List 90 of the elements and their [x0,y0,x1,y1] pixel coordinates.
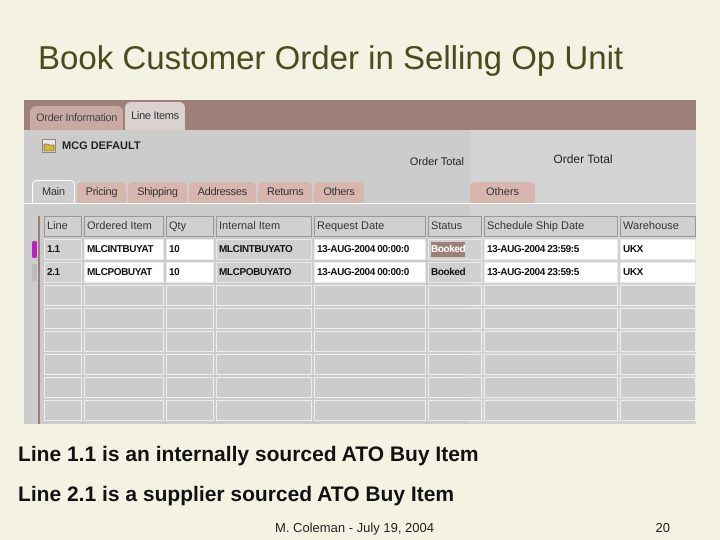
order-name: MCG DEFAULT [62,139,141,154]
table-cell[interactable] [166,377,214,398]
slide-note: Line 2.1 is a supplier sourced ATO Buy Item [18,482,454,508]
table-cell[interactable] [216,377,312,398]
table-cell[interactable] [84,308,164,329]
column-header[interactable]: Schedule Ship Date [484,216,618,237]
table-cell[interactable]: 13-AUG-2004 23:59:5 [484,239,618,260]
table-cell[interactable]: 13-AUG-2004 00:00:0 [314,239,426,260]
table-cell[interactable] [216,308,312,329]
form-tab[interactable]: Line Items [125,102,185,130]
table-cell[interactable]: 10 [166,262,214,283]
table-cell[interactable] [620,354,696,375]
slide-note: Line 1.1 is an internally sourced ATO Buy Item [18,442,479,468]
table-cell[interactable] [314,377,426,398]
table-cell[interactable]: 10 [166,239,214,260]
table-cell[interactable] [216,331,312,352]
table-cell[interactable]: 2.1 [44,262,82,283]
order-total-label: Order Total [410,155,464,170]
tab[interactable]: Shipping [128,182,187,203]
column-header[interactable]: Internal Item [216,216,312,237]
table-cell[interactable] [428,354,482,375]
slide-title: Book Customer Order in Selling Op Unit [38,38,624,78]
table-cell[interactable] [44,400,82,421]
table-cell[interactable] [620,400,696,421]
tab[interactable]: Addresses [188,182,256,203]
folder-icon[interactable] [42,139,56,154]
table-cell[interactable] [166,285,214,306]
table-cell[interactable] [484,285,618,306]
table-cell[interactable] [44,308,82,329]
table-cell[interactable] [314,400,426,421]
table-cell[interactable]: Booked [428,262,482,283]
table-cell[interactable] [620,377,696,398]
table-cell[interactable]: 13-AUG-2004 00:00:0 [314,262,426,283]
table-cell[interactable]: Booked [428,239,482,260]
table-cell[interactable] [484,377,618,398]
table-cell[interactable] [216,285,312,306]
page-number: 20 [656,519,670,538]
table-cell[interactable] [620,285,696,306]
table-cell[interactable] [44,377,82,398]
table-cell[interactable]: UKX [620,262,696,283]
table-cell[interactable] [44,354,82,375]
table-cell[interactable] [428,377,482,398]
column-header[interactable]: Ordered Item [84,216,164,237]
table-cell[interactable]: MLCPOBUYATO [216,262,312,283]
tab[interactable]: Pricing [76,182,126,203]
table-cell[interactable] [314,331,426,352]
table-cell[interactable] [44,331,82,352]
table-cell[interactable]: MLCINTBUYATO [216,239,312,260]
table-cell[interactable] [484,354,618,375]
table-cell[interactable] [428,285,482,306]
slide-footer: M. Coleman - July 19, 2004 [275,518,434,538]
table-cell[interactable] [484,308,618,329]
table-cell[interactable]: 13-AUG-2004 23:59:5 [484,262,618,283]
table-cell[interactable] [428,400,482,421]
table-cell[interactable] [84,331,164,352]
tab[interactable]: Others [314,182,364,203]
column-header[interactable]: Request Date [314,216,426,237]
tab[interactable]: Main [32,180,75,203]
table-cell[interactable] [620,331,696,352]
table-cell[interactable] [84,400,164,421]
table-cell[interactable] [166,331,214,352]
column-header[interactable]: Line [44,216,82,237]
tab[interactable]: Others [470,182,536,203]
table-cell[interactable] [44,285,82,306]
table-cell[interactable] [428,331,482,352]
table-cell[interactable] [484,400,618,421]
table-cell[interactable] [84,377,164,398]
table-cell[interactable] [620,308,696,329]
table-cell[interactable] [314,285,426,306]
table-cell[interactable] [166,400,214,421]
table-cell[interactable] [216,400,312,421]
table-cell[interactable] [314,308,426,329]
table-cell[interactable] [428,308,482,329]
order-total-label: Order Total [553,151,613,168]
table-cell[interactable] [84,354,164,375]
table-cell[interactable]: 1.1 [44,239,82,260]
column-header[interactable]: Warehouse [620,216,696,237]
column-header[interactable]: Qty [166,216,214,237]
table-cell[interactable] [166,308,214,329]
table-cell[interactable]: UKX [620,239,696,260]
table-cell[interactable]: MLCPOBUYAT [84,262,164,283]
tab[interactable]: Returns [258,182,312,203]
column-header[interactable]: Status [428,216,482,237]
table-cell[interactable] [484,331,618,352]
table-cell[interactable] [84,285,164,306]
table-cell[interactable]: MLCINTBUYAT [84,239,164,260]
table-cell[interactable] [314,354,426,375]
table-cell[interactable] [166,354,214,375]
form-tab[interactable]: Order Information [30,106,124,130]
table-cell[interactable] [216,354,312,375]
